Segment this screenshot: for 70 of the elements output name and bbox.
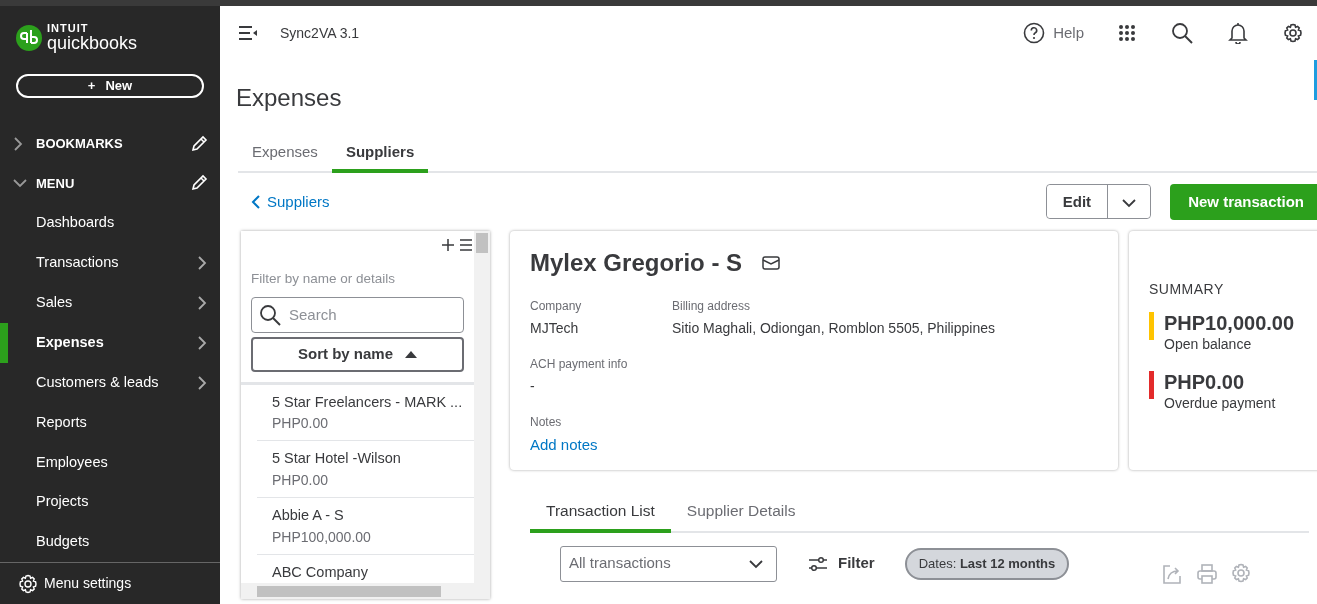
vertical-scrollbar[interactable]: [474, 231, 490, 600]
detail-tab[interactable]: Supplier Details: [670, 495, 812, 533]
settings-icon[interactable]: [1283, 23, 1303, 43]
new-button[interactable]: + New: [16, 73, 204, 98]
supplier-name[interactable]: Abbie A - S: [272, 505, 474, 527]
supplier-name[interactable]: 5 Star Freelancers - MARK ...: [272, 391, 474, 414]
menu-item[interactable]: Sales: [0, 283, 220, 323]
summary-title: SUMMARY: [1149, 280, 1225, 300]
company-name: Sync2VA 3.1: [280, 23, 360, 43]
menu-collapse-icon[interactable]: [238, 25, 258, 41]
search-field[interactable]: Search: [251, 296, 464, 333]
field-label: ACH payment info: [530, 356, 629, 374]
envelope-icon[interactable]: [762, 256, 781, 271]
supplier-balance: PHP100,000.00: [272, 527, 372, 547]
supplier-name[interactable]: ABC Company: [272, 561, 474, 584]
edit-button[interactable]: Edit: [1046, 185, 1109, 219]
field-value: -: [530, 377, 536, 397]
field-label: Notes: [530, 414, 563, 432]
menu-settings-button[interactable]: Menu settings: [0, 562, 220, 604]
page-title: Expenses: [236, 84, 342, 113]
menu-item[interactable]: Reports: [0, 402, 220, 443]
add-notes-link[interactable]: Add notes: [530, 434, 598, 457]
supplier-name[interactable]: 5 Star Hotel -Wilson: [272, 448, 474, 471]
menu-item[interactable]: Customers & leads: [0, 362, 220, 403]
pencil-icon[interactable]: [190, 134, 208, 153]
summary-amount: PHP10,000.00: [1164, 312, 1295, 335]
page-tab[interactable]: Suppliers: [331, 136, 429, 174]
field-label: Billing address: [672, 298, 752, 316]
help-button[interactable]: Help: [1023, 21, 1084, 45]
brand-name: quickbooks: [47, 34, 138, 53]
section-header[interactable]: BOOKMARKS: [0, 123, 220, 164]
gear-icon: [18, 573, 38, 594]
supplier-balance: PHP0.00: [272, 414, 330, 434]
list-menu-icon[interactable]: [460, 239, 472, 252]
menu-item[interactable]: Budgets: [0, 522, 220, 563]
apps-grid-icon[interactable]: [1118, 24, 1136, 42]
menu-item[interactable]: Projects: [0, 482, 220, 523]
chevron-left-icon: [251, 193, 261, 210]
summary-amount: PHP0.00: [1164, 371, 1246, 394]
notification-bell-icon[interactable]: [1228, 22, 1248, 44]
logo-icon: [16, 24, 42, 51]
field-value: Sitio Maghali, Odiongan, Romblon 5505, Philippines: [672, 319, 996, 339]
transaction-type-dropdown[interactable]: All transactions: [560, 545, 777, 582]
date-filter-chip[interactable]: Dates: Last 12 months: [904, 547, 1070, 580]
detail-tab[interactable]: Transaction List: [530, 495, 671, 533]
filter-label: Filter by name or details: [250, 270, 397, 289]
supplier-balance: PHP0.00: [272, 471, 330, 491]
menu-item[interactable]: Employees: [0, 442, 220, 483]
page-tab[interactable]: Expenses: [238, 136, 332, 174]
field-label: Company: [530, 298, 583, 316]
filter-button[interactable]: Filter: [808, 552, 875, 575]
search-icon: [259, 303, 281, 326]
sliders-icon: [808, 555, 828, 572]
supplier-title: Mylex Gregorio - S: [530, 248, 743, 279]
sort-button[interactable]: Sort by name: [251, 336, 464, 372]
horizontal-scrollbar[interactable]: [241, 583, 474, 600]
add-icon[interactable]: [442, 239, 454, 252]
help-icon: [1023, 22, 1046, 44]
menu-item[interactable]: Dashboards: [0, 203, 220, 244]
summary-label: Overdue payment: [1164, 394, 1276, 414]
menu-item[interactable]: Transactions: [0, 243, 220, 284]
field-value: MJTech: [530, 319, 580, 339]
back-link[interactable]: Suppliers: [251, 190, 330, 214]
section-header[interactable]: MENU: [0, 163, 220, 204]
brand-label: INTUIT: [47, 23, 90, 35]
pencil-icon[interactable]: [190, 174, 208, 193]
summary-label: Open balance: [1164, 335, 1253, 355]
search-icon[interactable]: [1171, 22, 1193, 44]
sort-up-icon: [405, 350, 417, 359]
menu-item[interactable]: Expenses: [0, 323, 220, 363]
